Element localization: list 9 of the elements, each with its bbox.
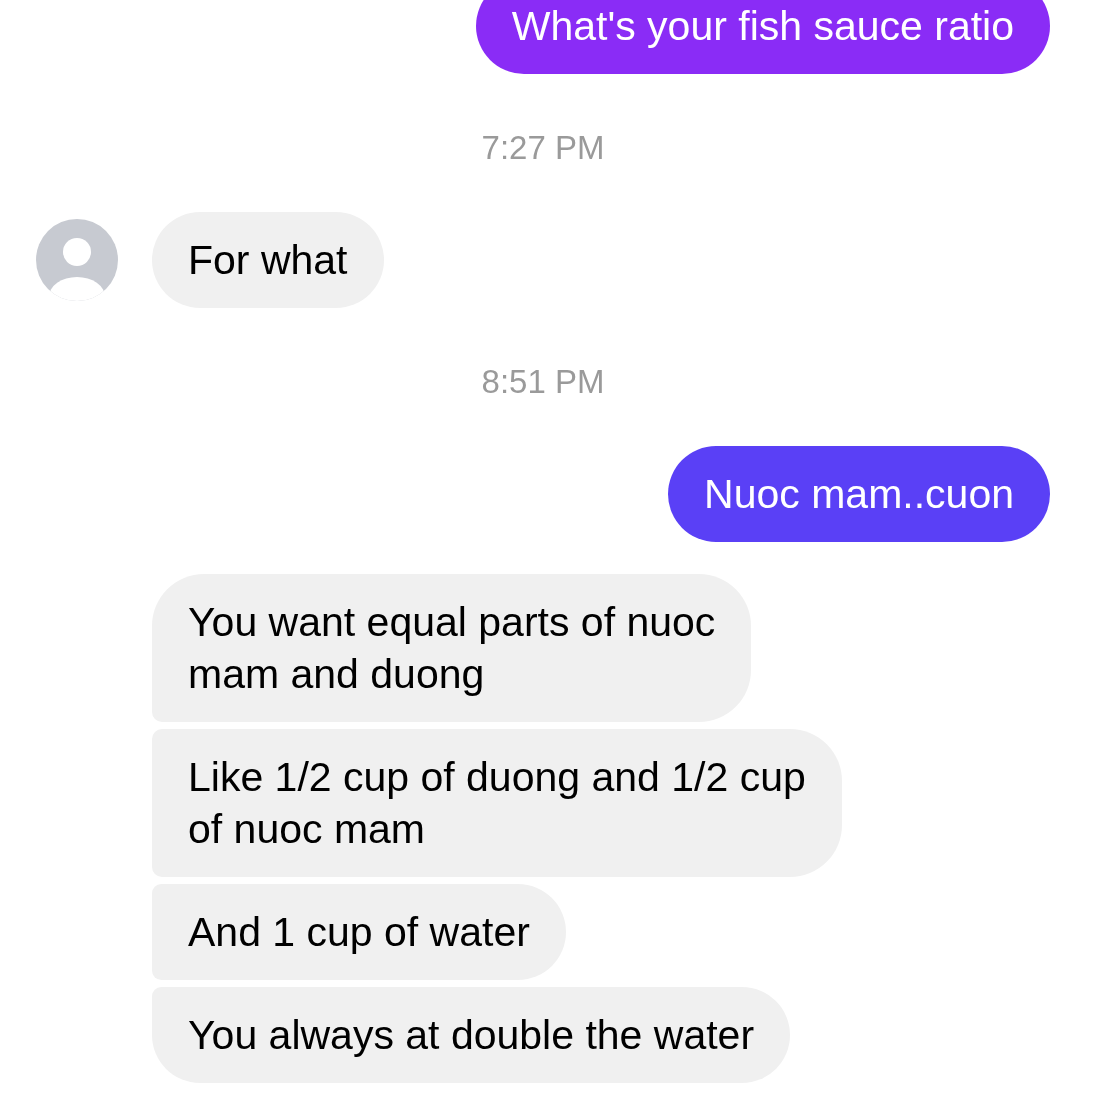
received-message: You always at double the water: [152, 987, 791, 1083]
timestamp: 7:27 PM: [481, 128, 605, 168]
sent-message: What's your fish sauce ratio: [475, 0, 1050, 74]
received-message: Like 1/2 cup of duong and 1/2 cup of nuoc mam: [152, 729, 842, 877]
received-message: You want equal parts of nuoc mam and duong: [152, 574, 752, 722]
sent-message: Nuoc mam..cuon: [668, 446, 1050, 542]
received-message: And 1 cup of water: [152, 884, 566, 980]
timestamp: 8:51 PM: [481, 362, 605, 402]
received-message: For what: [152, 212, 384, 308]
